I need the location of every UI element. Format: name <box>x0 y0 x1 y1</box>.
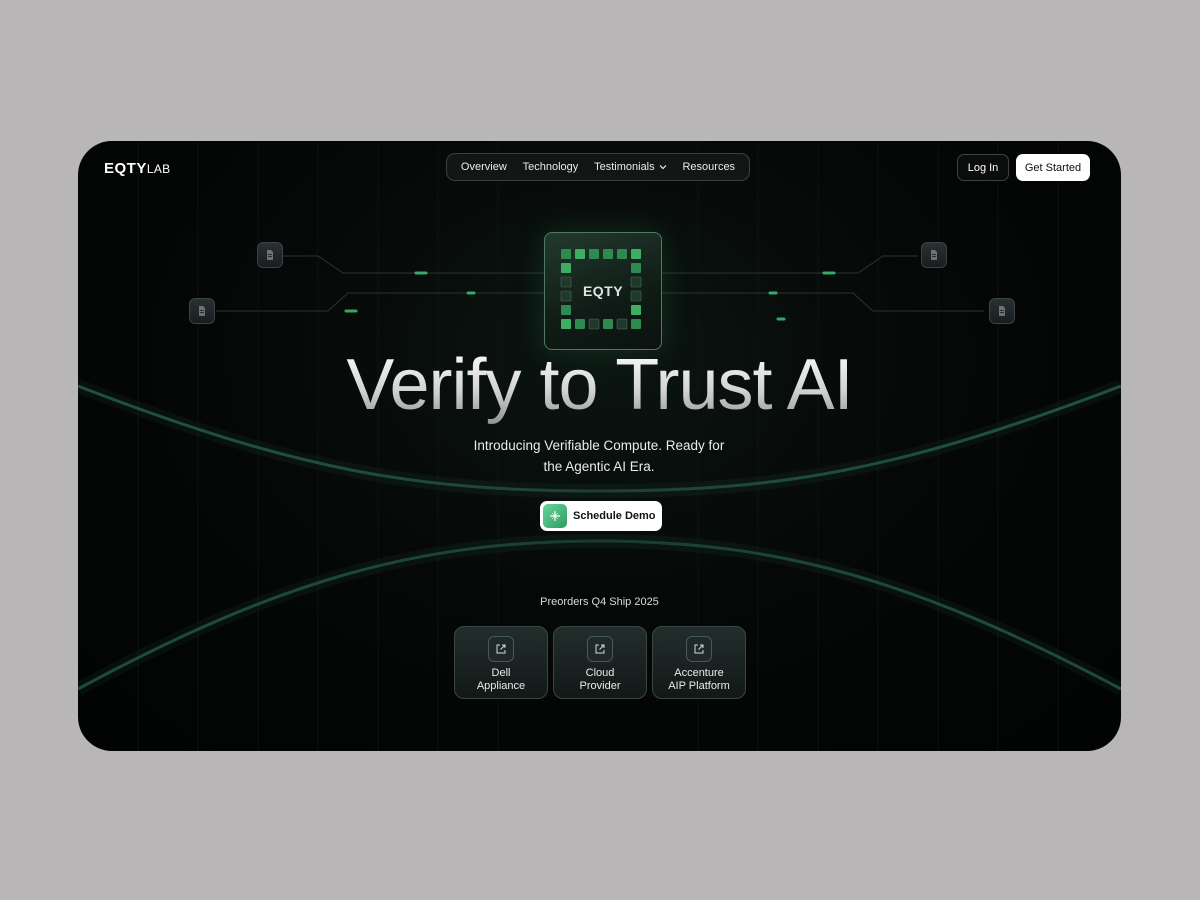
partner-card-cloud[interactable]: Cloud Provider <box>553 626 647 699</box>
nav-item-label: Resources <box>682 161 736 173</box>
hero-card: EQTY LAB Overview Technology Testimonial… <box>78 141 1121 751</box>
nav-item-technology[interactable]: Technology <box>523 161 579 173</box>
sparkle-icon <box>543 504 567 528</box>
nav-item-label: Testimonials <box>594 161 655 173</box>
document-icon <box>989 298 1015 324</box>
hero-headline: Verify to Trust AI <box>78 345 1121 425</box>
nav-item-resources[interactable]: Resources <box>682 161 735 173</box>
nav-item-overview[interactable]: Overview <box>461 161 507 173</box>
brand-logo[interactable]: EQTY LAB <box>104 161 170 177</box>
partner-card-accenture[interactable]: Accenture AIP Platform <box>652 626 746 699</box>
external-link-icon <box>488 636 514 662</box>
logo-suffix: LAB <box>146 162 171 176</box>
partner-label: Dell Appliance <box>455 667 547 692</box>
chip-label: EQTY <box>582 283 624 299</box>
subtitle-line: the Agentic AI Era. <box>543 459 655 474</box>
external-link-icon <box>686 636 712 662</box>
schedule-demo-button[interactable]: Schedule Demo <box>540 501 662 531</box>
document-icon <box>921 242 947 268</box>
processor-chip-icon: EQTY <box>544 232 662 350</box>
get-started-button[interactable]: Get Started <box>1016 154 1090 181</box>
nav-item-testimonials[interactable]: Testimonials <box>594 161 667 173</box>
partner-card-dell[interactable]: Dell Appliance <box>454 626 548 699</box>
login-button[interactable]: Log In <box>957 154 1009 181</box>
external-link-icon <box>587 636 613 662</box>
preorder-text: Preorders Q4 Ship 2025 <box>540 596 659 608</box>
partner-label: Cloud Provider <box>554 667 646 692</box>
subtitle-line: Introducing Verifiable Compute. Ready fo… <box>473 438 725 453</box>
partner-label-line: Accenture <box>674 667 724 679</box>
document-icon <box>257 242 283 268</box>
document-icon <box>189 298 215 324</box>
schedule-demo-label: Schedule Demo <box>573 510 656 522</box>
chevron-down-icon <box>659 165 667 170</box>
partner-label-line: Cloud <box>585 667 615 679</box>
logo-wordmark: EQTY <box>104 160 147 177</box>
main-nav: Overview Technology Testimonials Resourc… <box>446 153 750 181</box>
nav-item-label: Technology <box>522 161 579 173</box>
nav-item-label: Overview <box>460 161 507 173</box>
partner-label-line: AIP Platform <box>668 679 730 692</box>
hero-subtitle: Introducing Verifiable Compute. Ready fo… <box>449 435 749 477</box>
partner-label-line: Appliance <box>476 679 526 692</box>
partner-label-line: Dell <box>491 667 511 679</box>
partner-label: Accenture AIP Platform <box>653 667 745 692</box>
partner-label-line: Provider <box>579 679 621 692</box>
